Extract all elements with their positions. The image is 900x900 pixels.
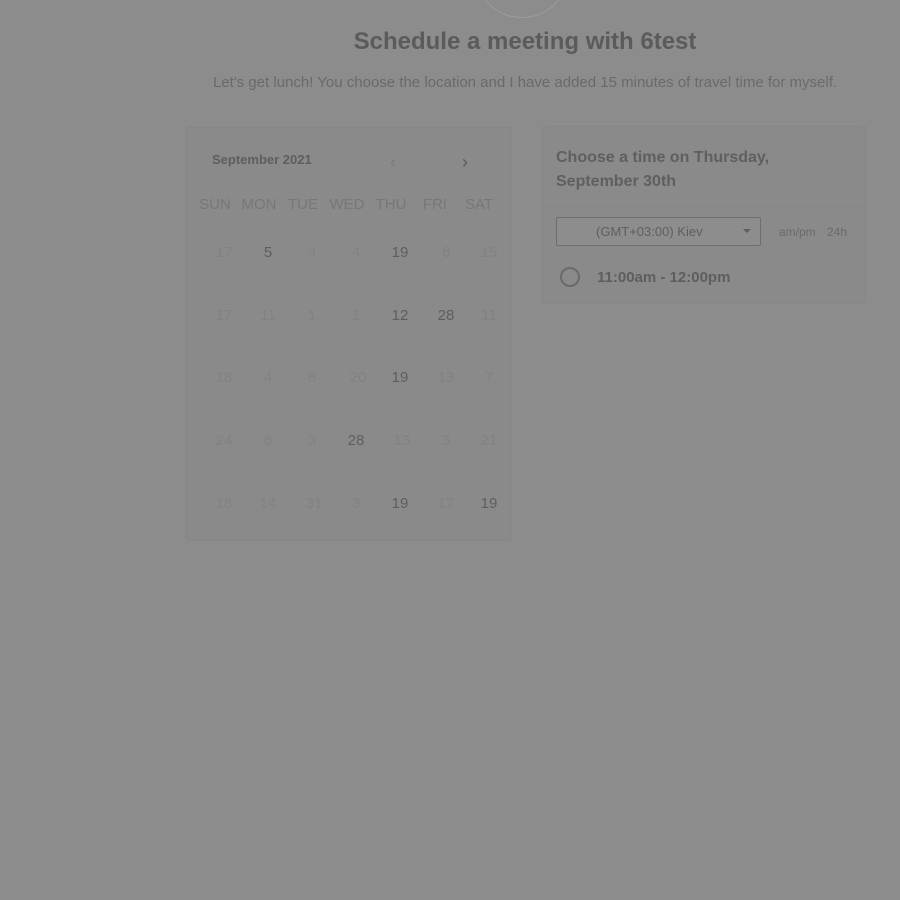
- calendar-day[interactable]: 19: [380, 495, 420, 512]
- calendar-day: 4: [307, 244, 317, 261]
- weekday-label: MON: [241, 196, 277, 213]
- page-title: Schedule a meeting with 6test: [353, 28, 697, 55]
- calendar-day: 18: [215, 495, 233, 512]
- calendar-day: 1: [351, 307, 361, 324]
- calendar-month-label: September 2021: [212, 152, 312, 167]
- calendar-day: 6: [441, 244, 451, 261]
- divider: [542, 206, 864, 207]
- calendar-day: 3: [351, 495, 361, 512]
- calendar-day: 8: [307, 369, 317, 386]
- page-description: Let's get lunch! You choose the location…: [212, 74, 838, 91]
- time-picker-heading: Choose a time on Thursday, September 30t…: [556, 149, 770, 190]
- calendar-day: 3: [441, 432, 451, 449]
- calendar-day: 17: [215, 307, 233, 324]
- calendar-day[interactable]: 19: [380, 369, 420, 386]
- calendar-card: [186, 127, 511, 540]
- chevron-right-icon[interactable]: ›: [455, 152, 475, 172]
- timezone-value: (GMT+03:00) Kiev: [596, 224, 703, 239]
- time-slot-radio[interactable]: [560, 267, 580, 287]
- calendar-day: 13: [393, 432, 411, 449]
- calendar-day[interactable]: 5: [248, 244, 288, 261]
- calendar-day: 4: [263, 369, 273, 386]
- calendar-day[interactable]: 28: [336, 432, 376, 449]
- calendar-day: 20: [349, 369, 367, 386]
- weekday-label: WED: [329, 196, 365, 213]
- weekday-label: FRI: [422, 196, 448, 213]
- chevron-left-icon[interactable]: ‹: [383, 152, 403, 172]
- weekday-label: THU: [375, 196, 407, 213]
- calendar-day[interactable]: 12: [380, 307, 420, 324]
- caret-down-icon: [743, 229, 751, 233]
- calendar-day: 1: [307, 307, 317, 324]
- weekday-label: SAT: [464, 196, 494, 213]
- calendar-day: 31: [305, 495, 323, 512]
- calendar-day: 17: [437, 495, 455, 512]
- calendar-day: 13: [437, 369, 455, 386]
- weekday-label: TUE: [288, 196, 318, 213]
- format-ampm-toggle[interactable]: am/pm: [779, 225, 816, 239]
- calendar-day: 14: [259, 495, 277, 512]
- time-slot-label[interactable]: 11:00am - 12:00pm: [597, 269, 730, 286]
- calendar-day: 24: [215, 432, 233, 449]
- calendar-day: 11: [260, 307, 276, 324]
- calendar-day: 18: [215, 369, 233, 386]
- avatar: [478, 0, 566, 18]
- format-24h-toggle[interactable]: 24h: [827, 225, 847, 239]
- calendar-day: 6: [263, 432, 273, 449]
- calendar-day: 3: [307, 432, 317, 449]
- weekday-label: SUN: [199, 196, 231, 213]
- calendar-day: 15: [480, 244, 498, 261]
- calendar-day: 7: [484, 369, 494, 386]
- calendar-day[interactable]: 19: [380, 244, 420, 261]
- calendar-day: 4: [351, 244, 361, 261]
- calendar-day[interactable]: 28: [426, 307, 466, 324]
- calendar-day: 17: [215, 244, 233, 261]
- calendar-day: 11: [481, 307, 497, 324]
- calendar-day[interactable]: 19: [469, 495, 509, 512]
- calendar-day: 21: [480, 432, 498, 449]
